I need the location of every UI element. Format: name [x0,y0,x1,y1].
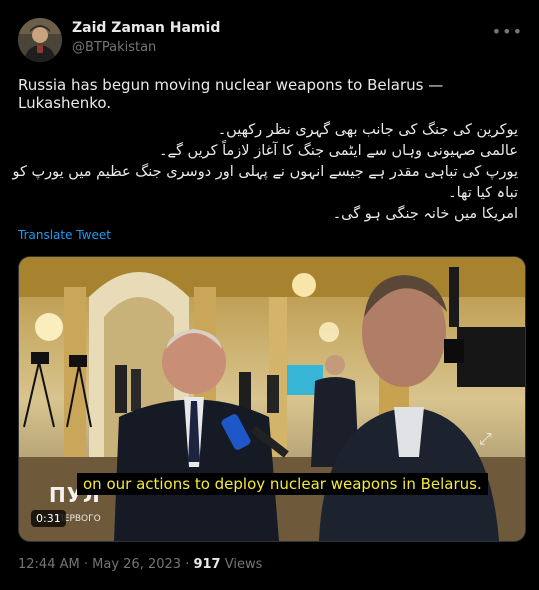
author-name[interactable]: Zaid Zaman Hamid [72,20,220,36]
meta-separator: · [83,557,88,572]
views-count: 917 [193,557,221,572]
more-options-icon[interactable]: ••• [492,22,523,41]
author-avatar[interactable] [18,18,62,62]
urdu-line: یورپ کی تباہی مقدر ہے جیسے انہوں نے پہلی… [12,164,518,180]
urdu-line: یوکرین کی جنگ کی جانب بھی گہری نظر رکھیں… [217,122,518,138]
video-player[interactable]: ПУЛ ПЕРВОГО on our actions to deploy nuc… [18,256,526,542]
translate-tweet-link[interactable]: Translate Tweet [18,228,111,242]
tweet-meta: 12:44 AM · May 26, 2023 · 917 Views [18,557,262,572]
urdu-line: عالمی صہیونی وہاں سے ایٹمی جنگ کا آغاز ل… [159,143,518,159]
tweet-text-urdu: یوکرین کی جنگ کی جانب بھی گہری نظر رکھیں… [12,120,518,225]
urdu-line: امریکا میں خانہ جنگی ہو گی۔ [332,206,518,222]
video-duration-badge: 0:31 [31,510,66,527]
tweet-text-english: Russia has begun moving nuclear weapons … [18,76,444,112]
tweet-card: Zaid Zaman Hamid @BTPakistan ••• Russia … [0,0,539,590]
urdu-line: تباہ کیا تھا۔ [448,185,518,201]
views-label: Views [224,557,263,572]
video-subtitle: on our actions to deploy nuclear weapons… [77,473,488,495]
author-handle[interactable]: @BTPakistan [72,40,156,55]
fullscreen-icon[interactable]: ⤢ [479,429,492,449]
meta-separator: · [185,557,190,572]
tweet-time[interactable]: 12:44 AM [18,557,80,572]
tweet-date[interactable]: May 26, 2023 [92,557,181,572]
